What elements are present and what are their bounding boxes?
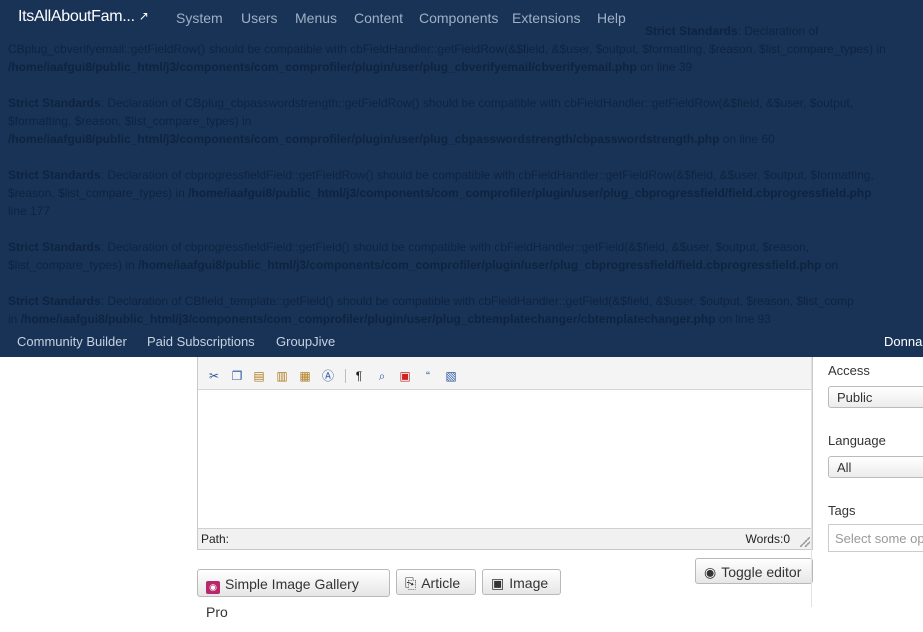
language-select[interactable]: All bbox=[828, 456, 923, 478]
paste-text-icon[interactable]: ▥ bbox=[274, 368, 290, 384]
pilcrow-icon[interactable]: ¶ bbox=[351, 368, 367, 384]
paste-icon[interactable]: ▤ bbox=[251, 368, 267, 384]
error-line: Strict Standards: Declaration of bbox=[645, 24, 819, 38]
menu-content[interactable]: Content bbox=[354, 10, 403, 26]
error-line: /home/iaafgui8/public_html/j3/components… bbox=[8, 132, 775, 146]
error-line: $formatting, $reason, $list_compare_type… bbox=[8, 114, 252, 128]
tags-label: Tags bbox=[828, 503, 856, 518]
camera-icon: ◉ bbox=[206, 581, 220, 594]
error-line: Strict Standards: Declaration of CBfield… bbox=[8, 294, 854, 308]
external-link-icon: ↗ bbox=[138, 9, 149, 23]
editor-statusbar: Path: Words:0 bbox=[198, 528, 812, 549]
error-line: Strict Standards: Declaration of cbprogr… bbox=[8, 240, 810, 254]
user-menu[interactable]: Donna bbox=[884, 334, 922, 349]
toolbar-separator bbox=[345, 369, 346, 383]
cut-icon[interactable]: ✂ bbox=[206, 368, 222, 384]
word-count: Words:0 bbox=[745, 532, 790, 546]
blockquote-icon[interactable]: “ bbox=[420, 368, 436, 384]
error-line: CBplug_cbverifyemail::getFieldRow() shou… bbox=[8, 42, 886, 56]
menu-groupjive[interactable]: GroupJive bbox=[276, 334, 335, 349]
tags-input[interactable]: Select some op bbox=[828, 524, 923, 552]
paste-word-icon[interactable]: ▦ bbox=[297, 368, 313, 384]
toggle-editor-button[interactable]: ◉ Toggle editor bbox=[695, 558, 813, 584]
site-brand-link[interactable]: ItsAllAboutFam... ↗ bbox=[18, 8, 149, 26]
access-label: Access bbox=[828, 363, 870, 378]
menu-components[interactable]: Components bbox=[419, 10, 498, 26]
insert-image-button[interactable]: ▣ Image bbox=[482, 569, 561, 595]
language-label: Language bbox=[828, 433, 886, 448]
eye-icon: ◉ bbox=[704, 564, 717, 580]
template-icon[interactable]: ▧ bbox=[443, 368, 459, 384]
admin-navbar: Strict Standards: Declaration of CBplug_… bbox=[0, 0, 923, 357]
menu-extensions[interactable]: Extensions bbox=[512, 10, 580, 26]
simple-image-gallery-button[interactable]: ◉ Simple Image Gallery Pro bbox=[197, 569, 390, 620]
error-line: $list_compare_types) in /home/iaafgui8/p… bbox=[8, 258, 839, 272]
path-label: Path: bbox=[201, 532, 230, 546]
menu-menus[interactable]: Menus bbox=[295, 10, 337, 26]
select-all-icon[interactable]: Ⓐ bbox=[320, 368, 336, 384]
column-divider bbox=[811, 357, 812, 607]
error-line: Strict Standards: Declaration of CBplug_… bbox=[8, 96, 854, 110]
copy-icon[interactable]: ❐ bbox=[229, 368, 245, 384]
access-select[interactable]: Public bbox=[828, 386, 923, 408]
image-icon: ▣ bbox=[491, 575, 505, 591]
error-line: /home/iaafgui8/public_html/j3/components… bbox=[8, 60, 693, 74]
insert-article-button[interactable]: ⎘ Article bbox=[396, 569, 476, 595]
menu-users[interactable]: Users bbox=[241, 10, 278, 26]
menu-help[interactable]: Help bbox=[597, 10, 626, 26]
error-line: $reason, $list_compare_types) in /home/i… bbox=[8, 186, 872, 200]
error-line: in /home/iaafgui8/public_html/j3/compone… bbox=[8, 312, 771, 326]
error-line: line 177 bbox=[8, 204, 51, 218]
editor-toolbar: ✂ ❐ ▤ ▥ ▦ Ⓐ ¶ ⌕ ▣ “ ▧ bbox=[198, 357, 812, 390]
anchor-icon[interactable]: ▣ bbox=[397, 368, 413, 384]
resize-grip-icon[interactable] bbox=[800, 537, 810, 547]
menu-community-builder[interactable]: Community Builder bbox=[17, 334, 127, 349]
error-line: Strict Standards: Declaration of cbprogr… bbox=[8, 168, 874, 182]
find-icon[interactable]: ⌕ bbox=[374, 368, 390, 384]
article-editor: ✂ ❐ ▤ ▥ ▦ Ⓐ ¶ ⌕ ▣ “ ▧ Path: Words:0 bbox=[197, 357, 813, 550]
menu-paid-subscriptions[interactable]: Paid Subscriptions bbox=[147, 334, 255, 349]
article-icon: ⎘ bbox=[405, 575, 417, 591]
menu-system[interactable]: System bbox=[176, 10, 223, 26]
